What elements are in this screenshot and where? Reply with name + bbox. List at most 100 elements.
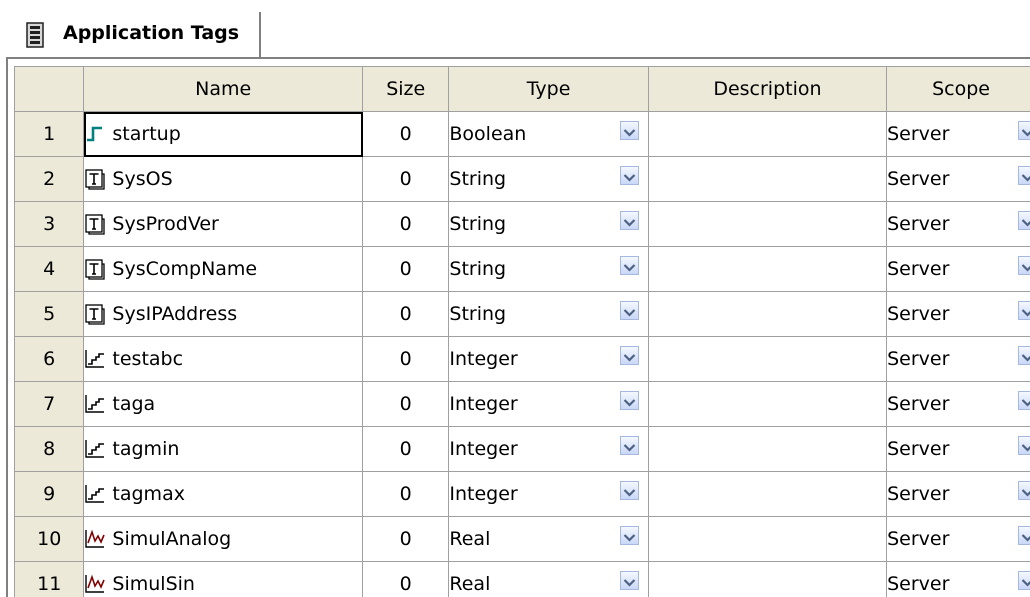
- tag-scope-cell[interactable]: Server: [887, 337, 1030, 382]
- row-number[interactable]: 7: [15, 382, 84, 427]
- row-number[interactable]: 4: [15, 247, 84, 292]
- column-header-scope[interactable]: Scope: [887, 67, 1030, 112]
- tag-scope-cell[interactable]: Server: [887, 112, 1030, 157]
- table-row[interactable]: 5SysIPAddress0StringServer: [15, 292, 1030, 337]
- tag-type-cell[interactable]: Real: [449, 517, 648, 562]
- type-dropdown-button[interactable]: [620, 121, 639, 140]
- table-row[interactable]: 4SysCompName0String Server: [15, 247, 1030, 292]
- scope-dropdown-button[interactable]: [1018, 301, 1030, 320]
- type-dropdown-button[interactable]: [620, 301, 639, 320]
- type-dropdown-button[interactable]: [620, 256, 639, 275]
- tag-scope-cell[interactable]: Server: [887, 247, 1030, 292]
- select-all-corner[interactable]: [15, 67, 84, 112]
- scope-dropdown-button[interactable]: [1018, 211, 1030, 230]
- tag-type-cell[interactable]: String: [449, 292, 648, 337]
- table-row[interactable]: 8tagmin0IntegerServer: [15, 427, 1030, 472]
- tag-name-cell[interactable]: SysIPAddress: [84, 292, 363, 337]
- tag-type-cell[interactable]: String: [449, 247, 648, 292]
- table-row[interactable]: 1startup0Boolean Server: [15, 112, 1030, 157]
- scope-dropdown-button[interactable]: [1018, 121, 1030, 140]
- type-dropdown-button[interactable]: [620, 346, 639, 365]
- table-row[interactable]: 3SysProdVer0String Server: [15, 202, 1030, 247]
- tag-scope-cell[interactable]: Server: [887, 157, 1030, 202]
- tag-scope-cell[interactable]: Server: [887, 292, 1030, 337]
- tag-scope-cell[interactable]: Server: [887, 427, 1030, 472]
- scope-dropdown-button[interactable]: [1018, 346, 1030, 365]
- tag-description-cell[interactable]: [648, 517, 886, 562]
- tag-type-cell[interactable]: Integer: [449, 472, 648, 517]
- type-dropdown-button[interactable]: [620, 211, 639, 230]
- type-dropdown-button[interactable]: [620, 571, 639, 590]
- column-header-description[interactable]: Description: [648, 67, 886, 112]
- tag-size-cell[interactable]: 0: [363, 157, 449, 202]
- tag-description-cell[interactable]: [648, 562, 886, 597]
- type-dropdown-button[interactable]: [620, 436, 639, 455]
- scope-dropdown-button[interactable]: [1018, 391, 1030, 410]
- tag-name-cell[interactable]: SysCompName: [84, 247, 363, 292]
- column-header-type[interactable]: Type: [449, 67, 648, 112]
- tag-scope-cell[interactable]: Server: [887, 517, 1030, 562]
- tag-size-cell[interactable]: 0: [363, 472, 449, 517]
- tag-name-cell[interactable]: taga: [84, 382, 363, 427]
- tag-scope-cell[interactable]: Server: [887, 562, 1030, 597]
- tag-scope-cell[interactable]: Server: [887, 382, 1030, 427]
- tag-name-cell[interactable]: tagmin: [84, 427, 363, 472]
- tag-type-cell[interactable]: String: [449, 157, 648, 202]
- tag-description-cell[interactable]: [648, 202, 886, 247]
- tag-size-cell[interactable]: 0: [363, 562, 449, 597]
- tag-description-cell[interactable]: [648, 157, 886, 202]
- type-dropdown-button[interactable]: [620, 166, 639, 185]
- row-number[interactable]: 6: [15, 337, 84, 382]
- tag-name-cell[interactable]: SysProdVer: [84, 202, 363, 247]
- tag-type-cell[interactable]: Boolean: [449, 112, 648, 157]
- row-number[interactable]: 8: [15, 427, 84, 472]
- row-number[interactable]: 9: [15, 472, 84, 517]
- scope-dropdown-button[interactable]: [1018, 571, 1030, 590]
- scope-dropdown-button[interactable]: [1018, 436, 1030, 455]
- type-dropdown-button[interactable]: [620, 526, 639, 545]
- tag-name-cell[interactable]: tagmax: [84, 472, 363, 517]
- tag-description-cell[interactable]: [648, 337, 886, 382]
- tag-description-cell[interactable]: [648, 112, 886, 157]
- tag-description-cell[interactable]: [648, 427, 886, 472]
- tag-description-cell[interactable]: [648, 292, 886, 337]
- tag-size-cell[interactable]: 0: [363, 292, 449, 337]
- row-number[interactable]: 3: [15, 202, 84, 247]
- tag-size-cell[interactable]: 0: [363, 382, 449, 427]
- tag-name-cell[interactable]: startup: [84, 112, 363, 157]
- tag-scope-cell[interactable]: Server: [887, 202, 1030, 247]
- scope-dropdown-button[interactable]: [1018, 481, 1030, 500]
- tag-type-cell[interactable]: Integer: [449, 337, 648, 382]
- table-row[interactable]: 10SimulAnalog0RealServer: [15, 517, 1030, 562]
- tag-size-cell[interactable]: 0: [363, 517, 449, 562]
- tag-type-cell[interactable]: Real: [449, 562, 648, 597]
- tag-description-cell[interactable]: [648, 247, 886, 292]
- type-dropdown-button[interactable]: [620, 481, 639, 500]
- tag-name-cell[interactable]: SysOS: [84, 157, 363, 202]
- tag-size-cell[interactable]: 0: [363, 337, 449, 382]
- table-row[interactable]: 6testabc0Integer Server: [15, 337, 1030, 382]
- tag-size-cell[interactable]: 0: [363, 202, 449, 247]
- type-dropdown-button[interactable]: [620, 391, 639, 410]
- tag-name-cell[interactable]: SimulAnalog: [84, 517, 363, 562]
- tag-size-cell[interactable]: 0: [363, 112, 449, 157]
- tag-scope-cell[interactable]: Server: [887, 472, 1030, 517]
- column-header-size[interactable]: Size: [363, 67, 449, 112]
- tag-type-cell[interactable]: String: [449, 202, 648, 247]
- row-number[interactable]: 2: [15, 157, 84, 202]
- table-row[interactable]: 2SysOS0String Server: [15, 157, 1030, 202]
- tag-description-cell[interactable]: [648, 382, 886, 427]
- scope-dropdown-button[interactable]: [1018, 256, 1030, 275]
- tag-description-cell[interactable]: [648, 472, 886, 517]
- scope-dropdown-button[interactable]: [1018, 526, 1030, 545]
- row-number[interactable]: 1: [15, 112, 84, 157]
- tag-size-cell[interactable]: 0: [363, 247, 449, 292]
- tab-application-tags[interactable]: Application Tags: [12, 12, 261, 58]
- row-number[interactable]: 11: [15, 562, 84, 597]
- tag-name-cell[interactable]: SimulSin: [84, 562, 363, 597]
- table-row[interactable]: 7taga0IntegerServer: [15, 382, 1030, 427]
- tag-type-cell[interactable]: Integer: [449, 427, 648, 472]
- table-row[interactable]: 11SimulSin0Real Server: [15, 562, 1030, 597]
- tag-name-cell[interactable]: testabc: [84, 337, 363, 382]
- table-row[interactable]: 9tagmax0Integer Server: [15, 472, 1030, 517]
